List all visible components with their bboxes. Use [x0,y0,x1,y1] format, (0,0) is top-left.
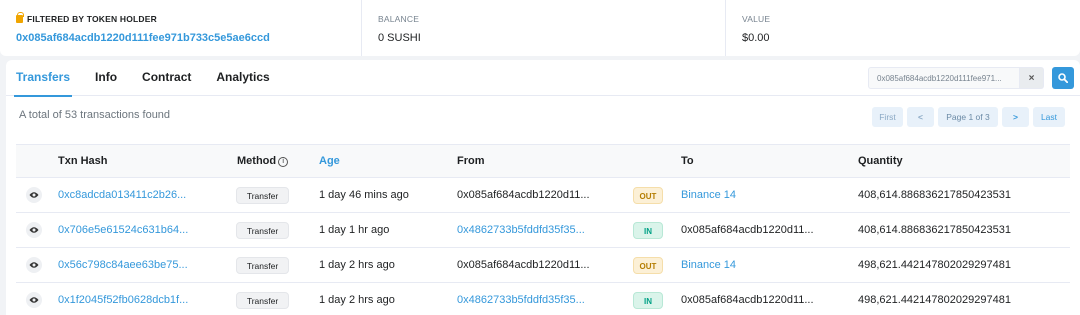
quantity-cell: 408,614.886836217850423531 [858,224,1011,236]
method-badge: Transfer [236,291,289,309]
header-age[interactable]: Age [319,145,457,178]
to-address[interactable]: Binance 14 [681,248,858,283]
age-cell: 1 day 2 hrs ago [319,259,395,271]
holder-address[interactable]: 0x085af684acdb1220d111fee971b733c5e5ae6c… [16,32,361,44]
direction-badge: IN [633,221,663,239]
transfers-table: Txn Hash Method i Age From To Quantity 0x… [16,144,1070,315]
search-button[interactable] [1052,67,1074,89]
eye-icon[interactable] [26,292,42,308]
eye-icon[interactable] [26,187,42,203]
direction-badge: IN [633,291,663,309]
value-section: VALUE $0.00 [726,0,1080,56]
quantity-cell: 408,614.886836217850423531 [858,189,1011,201]
header-quantity: Quantity [858,155,903,167]
tab-analytics[interactable]: Analytics [216,60,269,96]
from-address[interactable]: 0x4862733b5fddfd35f35... [457,283,634,315]
info-icon[interactable]: i [278,157,289,167]
txn-hash-link[interactable]: 0x706e5e61524c631b64... [58,213,237,248]
txn-hash-link[interactable]: 0xc8adcda013411c2b26... [58,178,237,213]
pagination: First < Page 1 of 3 > Last [872,107,1065,127]
quantity-cell: 498,621.442147802029297481 [858,259,1011,271]
method-badge: Transfer [236,186,289,204]
method-badge: Transfer [236,256,289,274]
token-holder-summary: FILTERED BY TOKEN HOLDER 0x085af684acdb1… [0,0,1080,56]
to-address: 0x085af684acdb1220d11... [681,294,814,306]
eye-icon[interactable] [26,222,42,238]
balance-label: BALANCE [378,14,420,24]
age-cell: 1 day 2 hrs ago [319,294,395,306]
table-header: Txn Hash Method i Age From To Quantity [16,144,1070,178]
to-address[interactable]: Binance 14 [681,178,858,213]
header-txn-hash: Txn Hash [58,155,108,167]
txn-hash-link[interactable]: 0x56c798c84aee63be75... [58,248,237,283]
first-page-button[interactable]: First [872,107,903,127]
tab-transfers[interactable]: Transfers [13,60,73,97]
tab-bar: Transfers Info Contract Analytics × [6,60,1080,97]
txn-hash-link[interactable]: 0x1f2045f52fb0628dcb1f... [58,283,237,315]
table-row: 0x706e5e61524c631b64... Transfer 1 day 1… [16,213,1070,248]
address-filter-input[interactable] [868,67,1020,89]
quantity-cell: 498,621.442147802029297481 [858,294,1011,306]
from-address[interactable]: 0x4862733b5fddfd35f35... [457,213,634,248]
from-address: 0x085af684acdb1220d11... [457,189,590,201]
transfers-panel: Transfers Info Contract Analytics × A to… [6,60,1080,315]
direction-badge: OUT [633,256,663,274]
transaction-count: A total of 53 transactions found [19,109,171,121]
from-address: 0x085af684acdb1220d11... [457,259,590,271]
value-amount: $0.00 [742,32,770,44]
prev-page-button[interactable]: < [907,107,934,127]
holder-section: FILTERED BY TOKEN HOLDER 0x085af684acdb1… [0,0,362,56]
age-cell: 1 day 46 mins ago [319,189,409,201]
address-filter: × [868,67,1074,89]
balance-value: 0 SUSHI [378,32,421,44]
header-to: To [681,155,694,167]
table-toolbar: A total of 53 transactions found First <… [6,96,1080,142]
balance-section: BALANCE 0 SUSHI [362,0,726,56]
table-row: 0xc8adcda013411c2b26... Transfer 1 day 4… [16,178,1070,213]
direction-badge: OUT [633,186,663,204]
holder-label: FILTERED BY TOKEN HOLDER [27,14,157,24]
tab-contract[interactable]: Contract [142,60,191,96]
lock-icon [16,12,24,23]
close-icon[interactable]: × [1020,67,1044,89]
age-cell: 1 day 1 hr ago [319,224,390,236]
tab-info[interactable]: Info [95,60,117,96]
next-page-button[interactable]: > [1002,107,1029,127]
page-indicator: Page 1 of 3 [938,107,998,127]
table-row: 0x56c798c84aee63be75... Transfer 1 day 2… [16,248,1070,283]
header-from: From [457,155,485,167]
table-row: 0x1f2045f52fb0628dcb1f... Transfer 1 day… [16,283,1070,315]
last-page-button[interactable]: Last [1033,107,1065,127]
header-method: Method i [237,145,319,178]
search-icon [1058,73,1068,83]
to-address: 0x085af684acdb1220d11... [681,224,814,236]
method-badge: Transfer [236,221,289,239]
value-label: VALUE [742,14,771,24]
eye-icon[interactable] [26,257,42,273]
